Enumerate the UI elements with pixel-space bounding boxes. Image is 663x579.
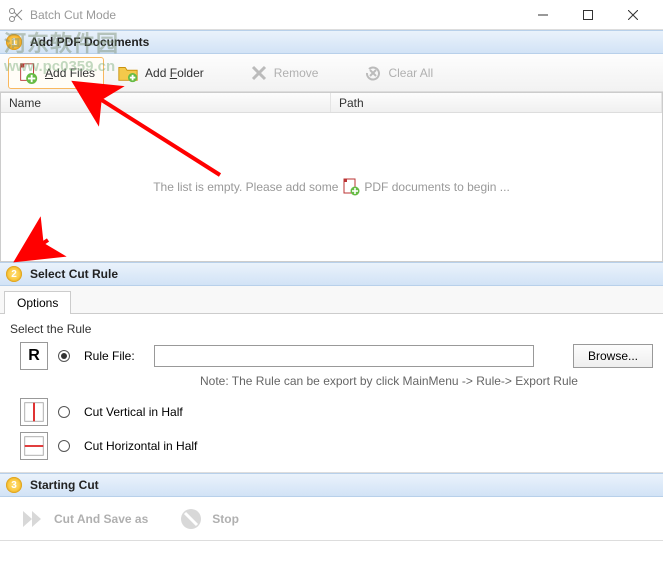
file-list: Name Path The list is empty. Please add …: [0, 92, 663, 262]
select-rule-heading: Select the Rule: [10, 322, 653, 336]
step3-title: Starting Cut: [30, 478, 99, 492]
rule-file-icon: R: [20, 342, 48, 370]
column-path[interactable]: Path: [331, 93, 662, 112]
add-files-label: Add Files: [45, 66, 95, 80]
add-folder-label: Add Folder: [145, 66, 204, 80]
step1-badge: 1: [6, 34, 22, 50]
rule-note: Note: The Rule can be export by click Ma…: [200, 374, 653, 388]
step1-header: 1 Add PDF Documents: [0, 30, 663, 54]
pdf-add-icon: [342, 178, 360, 196]
step3-body: Cut And Save as Stop: [0, 497, 663, 541]
radio-rule-file[interactable]: [58, 350, 70, 362]
cut-and-save-label: Cut And Save as: [54, 512, 148, 526]
cut-vertical-label: Cut Vertical in Half: [84, 405, 183, 419]
add-folder-button[interactable]: Add Folder: [108, 57, 213, 89]
cut-vertical-icon: [20, 398, 48, 426]
column-name[interactable]: Name: [1, 93, 331, 112]
add-file-icon: [17, 62, 39, 84]
step3-header: 3 Starting Cut: [0, 473, 663, 497]
add-files-button[interactable]: Add Files: [8, 57, 104, 89]
file-list-header: Name Path: [1, 93, 662, 113]
step2-header: 2 Select Cut Rule: [0, 262, 663, 286]
step2-badge: 2: [6, 266, 22, 282]
rule-vertical-row: Cut Vertical in Half: [20, 398, 653, 426]
cut-horizontal-icon: [20, 432, 48, 460]
browse-button[interactable]: Browse...: [573, 344, 653, 368]
radio-cut-vertical[interactable]: [58, 406, 70, 418]
window-title: Batch Cut Mode: [30, 8, 520, 22]
title-bar: Batch Cut Mode: [0, 0, 663, 30]
cut-horizontal-label: Cut Horizontal in Half: [84, 439, 197, 453]
step1-toolbar: Add Files Add Folder Remove Clear All: [0, 54, 663, 92]
clear-all-label: Clear All: [388, 66, 433, 80]
rule-file-label: Rule File:: [84, 349, 144, 363]
cut-and-save-button[interactable]: Cut And Save as: [20, 506, 148, 532]
play-forward-icon: [20, 506, 46, 532]
empty-text-prefix: The list is empty. Please add some: [153, 180, 338, 194]
step3-badge: 3: [6, 477, 22, 493]
options-tabstrip: Options: [0, 286, 663, 314]
remove-icon: [250, 64, 268, 82]
remove-label: Remove: [274, 66, 319, 80]
clear-all-button[interactable]: Clear All: [355, 59, 442, 87]
maximize-button[interactable]: [565, 1, 610, 29]
tab-options[interactable]: Options: [4, 291, 71, 314]
radio-cut-horizontal[interactable]: [58, 440, 70, 452]
file-list-empty: The list is empty. Please add some PDF d…: [1, 113, 662, 261]
add-folder-icon: [117, 62, 139, 84]
empty-text-suffix: PDF documents to begin ...: [364, 180, 509, 194]
clear-all-icon: [364, 64, 382, 82]
stop-button[interactable]: Stop: [178, 506, 239, 532]
options-panel: Select the Rule R Rule File: Browse... N…: [0, 314, 663, 473]
rule-file-row: R Rule File: Browse...: [20, 342, 653, 370]
remove-button[interactable]: Remove: [241, 59, 328, 87]
close-button[interactable]: [610, 1, 655, 29]
window-controls: [520, 1, 655, 29]
rule-file-input[interactable]: [154, 345, 534, 367]
minimize-button[interactable]: [520, 1, 565, 29]
scissors-icon: [8, 7, 24, 23]
stop-label: Stop: [212, 512, 239, 526]
rule-horizontal-row: Cut Horizontal in Half: [20, 432, 653, 460]
step1-title: Add PDF Documents: [30, 35, 149, 49]
stop-icon: [178, 506, 204, 532]
step2-title: Select Cut Rule: [30, 267, 118, 281]
